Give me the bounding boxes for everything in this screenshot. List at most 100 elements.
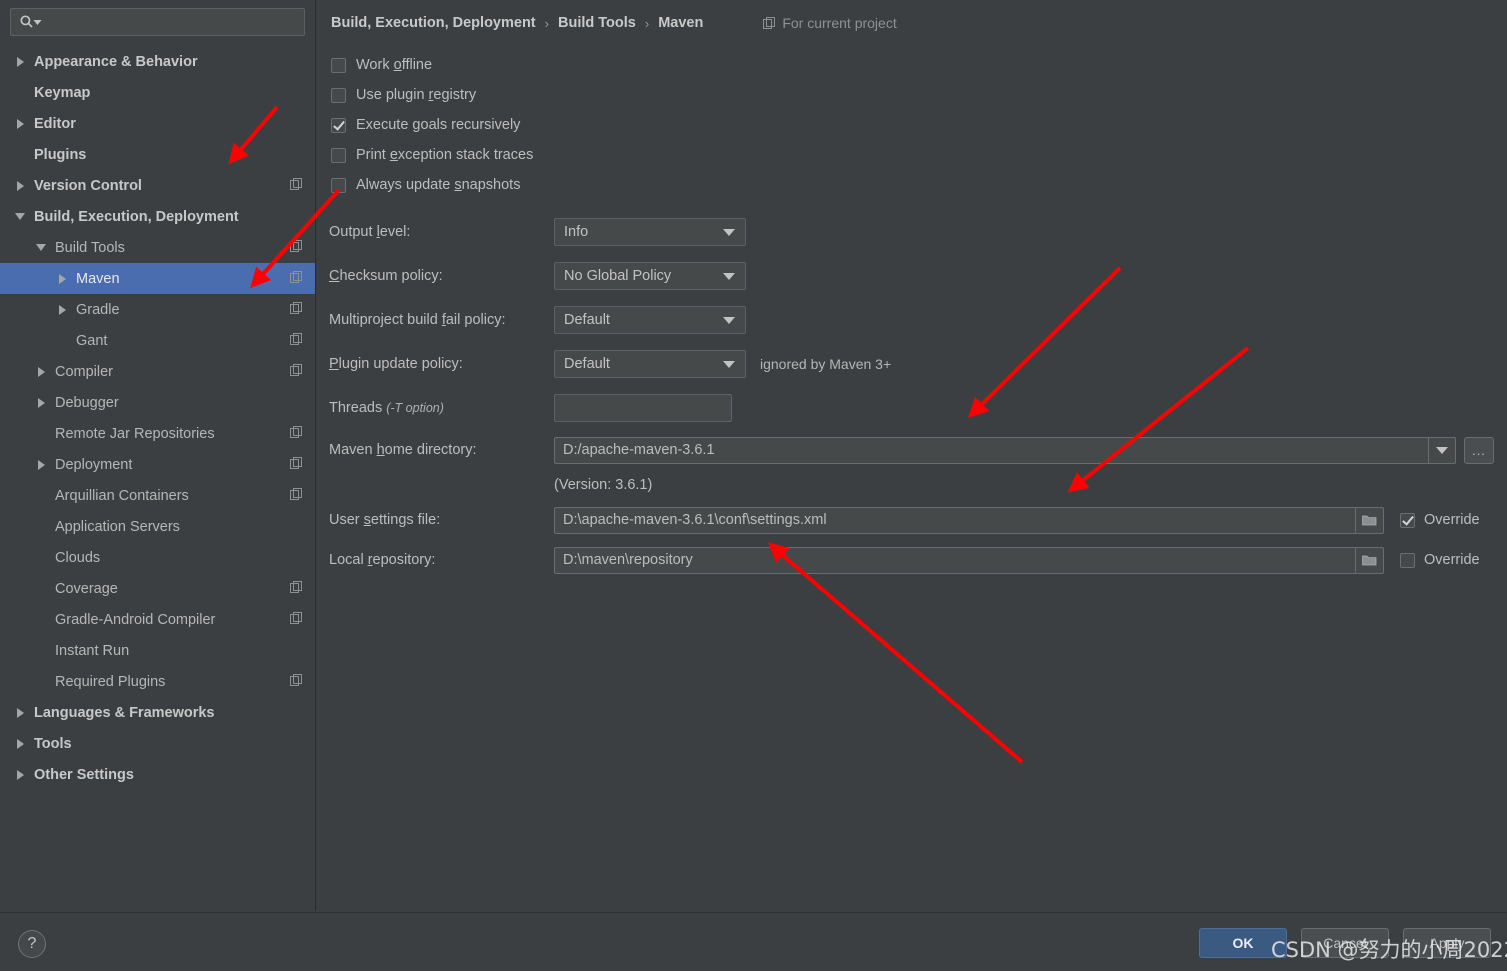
user-settings-folder-icon[interactable]: [1355, 507, 1383, 533]
checkbox-row-use-plugin-registry[interactable]: Use plugin registry: [331, 80, 1507, 110]
sidebar-item-debugger[interactable]: Debugger: [0, 387, 315, 418]
checkbox-row-print-exception-stack-traces[interactable]: Print exception stack traces: [331, 140, 1507, 170]
cancel-button[interactable]: Cancel: [1301, 928, 1389, 958]
field-note-plugin-update-policy: ignored by Maven 3+: [760, 356, 892, 372]
sidebar-item-coverage[interactable]: Coverage: [0, 573, 315, 604]
sidebar-item-tools[interactable]: Tools: [0, 728, 315, 759]
sidebar-item-maven[interactable]: Maven: [0, 263, 315, 294]
sidebar-item-other-settings[interactable]: Other Settings: [0, 759, 315, 790]
sidebar-item-compiler[interactable]: Compiler: [0, 356, 315, 387]
chevron-down-icon[interactable]: [723, 360, 735, 368]
chevron-right-icon[interactable]: [54, 273, 70, 284]
sidebar-item-label: Build Tools: [55, 239, 125, 256]
sidebar-item-build-execution-deployment[interactable]: Build, Execution, Deployment: [0, 201, 315, 232]
help-button[interactable]: ?: [18, 930, 46, 958]
sidebar-item-label: Gradle: [76, 301, 120, 318]
checkbox-always-update-snapshots[interactable]: [331, 177, 346, 193]
search-input[interactable]: [42, 9, 304, 35]
local-repository-label-pre: Local: [329, 552, 368, 568]
apply-button[interactable]: Apply: [1403, 928, 1491, 958]
threads-input[interactable]: [554, 394, 732, 422]
checkbox-use-plugin-registry[interactable]: [331, 87, 346, 103]
local-repository-folder-icon[interactable]: [1355, 547, 1383, 573]
sidebar-item-editor[interactable]: Editor: [0, 108, 315, 139]
checkbox-row-execute-goals-recursively[interactable]: Execute goals recursively: [331, 110, 1507, 140]
maven-home-combo[interactable]: D:/apache-maven-3.6.1: [554, 436, 1456, 464]
sidebar-item-gradle-android-compiler[interactable]: Gradle-Android Compiler: [0, 604, 315, 635]
maven-home-value: D:/apache-maven-3.6.1: [563, 442, 715, 458]
sidebar-item-label: Appearance & Behavior: [34, 53, 198, 70]
user-settings-label-pre: User: [329, 512, 364, 528]
project-scope-icon: [290, 487, 303, 504]
sidebar-item-arquillian-containers[interactable]: Arquillian Containers: [0, 480, 315, 511]
sidebar-item-keymap[interactable]: Keymap: [0, 77, 315, 108]
chevron-down-icon[interactable]: [723, 228, 735, 236]
sidebar-item-clouds[interactable]: Clouds: [0, 542, 315, 573]
checkbox-label: Always update snapshots: [356, 177, 520, 193]
maven-home-browse-button[interactable]: ...: [1464, 436, 1494, 464]
sidebar-item-version-control[interactable]: Version Control: [0, 170, 315, 201]
field-label-pre: Multiproject build: [329, 312, 442, 328]
combo-plugin-update-policy[interactable]: Default: [554, 350, 746, 378]
checkbox-row-always-update-snapshots[interactable]: Always update snapshots: [331, 170, 1507, 200]
combo-checksum-policy[interactable]: No Global Policy: [554, 262, 746, 290]
sidebar-item-label: Remote Jar Repositories: [55, 425, 215, 442]
search-box[interactable]: [10, 8, 305, 36]
chevron-right-icon[interactable]: [33, 366, 49, 377]
maven-home-label-pre: Maven: [329, 442, 377, 458]
chevron-right-icon[interactable]: [12, 56, 28, 67]
chevron-right-icon[interactable]: [12, 118, 28, 129]
local-repository-override-checkbox[interactable]: [1400, 552, 1415, 568]
sidebar-item-languages-frameworks[interactable]: Languages & Frameworks: [0, 697, 315, 728]
project-scope-icon: [290, 456, 303, 473]
maven-home-row: Maven home directory: D:/apache-maven-3.…: [317, 430, 1507, 470]
project-scope-icon: [290, 425, 303, 442]
breadcrumb-item-2[interactable]: Maven: [658, 15, 703, 31]
user-settings-label: User settings file:: [329, 512, 554, 528]
sidebar-item-gradle[interactable]: Gradle: [0, 294, 315, 325]
search-dropdown-icon[interactable]: [33, 18, 42, 27]
sidebar-item-appearance-behavior[interactable]: Appearance & Behavior: [0, 46, 315, 77]
maven-home-dropdown-icon[interactable]: [1428, 437, 1455, 463]
checkbox-label: Print exception stack traces: [356, 147, 533, 163]
sidebar-item-label: Application Servers: [55, 518, 180, 535]
combo-multiproject-build-fail-policy[interactable]: Default: [554, 306, 746, 334]
field-row-output-level: Output level: Info: [317, 210, 1507, 254]
local-repository-input[interactable]: D:\maven\repository: [554, 546, 1384, 574]
chevron-right-icon[interactable]: [33, 459, 49, 470]
chevron-right-icon[interactable]: [12, 707, 28, 718]
chevron-right-icon[interactable]: [12, 180, 28, 191]
chevron-right-icon[interactable]: [12, 738, 28, 749]
sidebar-item-required-plugins[interactable]: Required Plugins: [0, 666, 315, 697]
chevron-down-icon[interactable]: [723, 272, 735, 280]
sidebar-item-gant[interactable]: Gant: [0, 325, 315, 356]
checkbox-row-work-offline[interactable]: Work offline: [331, 50, 1507, 80]
sidebar-item-instant-run[interactable]: Instant Run: [0, 635, 315, 666]
sidebar-item-remote-jar-repositories[interactable]: Remote Jar Repositories: [0, 418, 315, 449]
chevron-down-icon[interactable]: [12, 213, 28, 220]
breadcrumb-item-0[interactable]: Build, Execution, Deployment: [331, 15, 536, 31]
chevron-down-icon[interactable]: [33, 244, 49, 251]
breadcrumb-item-1[interactable]: Build Tools: [558, 15, 636, 31]
user-settings-override[interactable]: Override: [1400, 512, 1480, 528]
ok-button[interactable]: OK: [1199, 928, 1287, 958]
user-settings-input[interactable]: D:\apache-maven-3.6.1\conf\settings.xml: [554, 506, 1384, 534]
local-repository-override[interactable]: Override: [1400, 552, 1480, 568]
chevron-right-icon[interactable]: [12, 769, 28, 780]
field-label-mnemonic: C: [329, 268, 340, 284]
sidebar-item-plugins[interactable]: Plugins: [0, 139, 315, 170]
checkbox-work-offline[interactable]: [331, 57, 346, 73]
chevron-down-icon[interactable]: [723, 316, 735, 324]
checkbox-print-exception-stack-traces[interactable]: [331, 147, 346, 163]
chevron-right-icon[interactable]: [54, 304, 70, 315]
chevron-right-icon[interactable]: [33, 397, 49, 408]
checkbox-execute-goals-recursively[interactable]: [331, 117, 346, 133]
combo-output-level[interactable]: Info: [554, 218, 746, 246]
user-settings-override-checkbox[interactable]: [1400, 512, 1415, 528]
sidebar-item-application-servers[interactable]: Application Servers: [0, 511, 315, 542]
checkbox-label-mnemonic: g: [412, 117, 421, 133]
sidebar-item-build-tools[interactable]: Build Tools: [0, 232, 315, 263]
field-label-multiproject-build-fail-policy: Multiproject build fail policy:: [329, 312, 554, 328]
sidebar-item-deployment[interactable]: Deployment: [0, 449, 315, 480]
project-scope-icon: [290, 673, 303, 690]
